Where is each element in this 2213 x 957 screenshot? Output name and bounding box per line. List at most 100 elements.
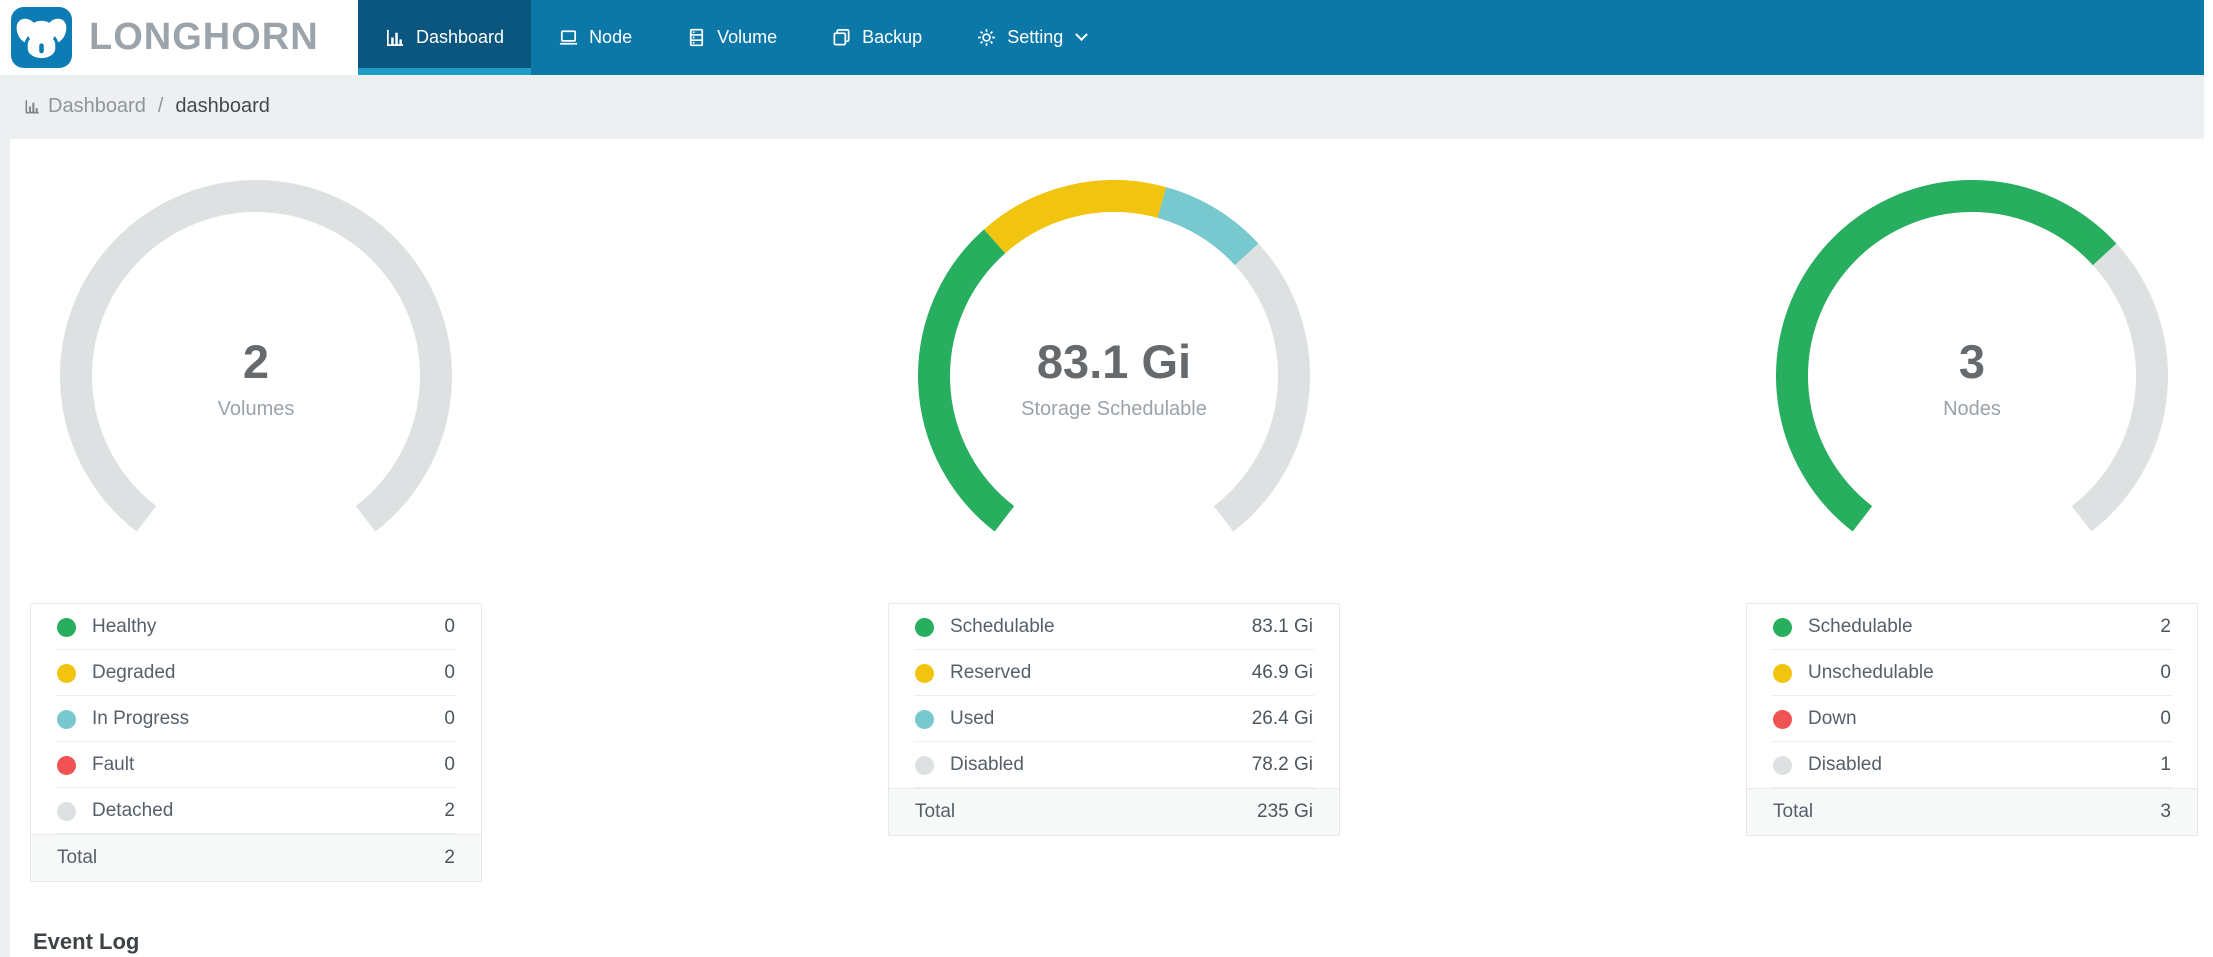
status-label: Degraded (92, 662, 176, 683)
nodes-gauge-chart (1776, 180, 2168, 532)
nav-label: Volume (717, 27, 778, 47)
status-color-dot (915, 755, 934, 775)
laptop-icon (559, 30, 578, 45)
status-label: Detached (92, 800, 174, 821)
legend-row: Detached 2 (31, 788, 481, 834)
gauge-segment (1776, 180, 2117, 532)
status-label: Fault (92, 754, 135, 775)
legend-row: Disabled 78.2 Gi (889, 742, 1339, 788)
status-value: 0 (444, 754, 455, 775)
status-value: 2 (444, 800, 455, 821)
legend-row: Degraded 0 (31, 650, 481, 696)
bar-chart-icon (387, 29, 404, 46)
nav-item-setting[interactable]: Setting (949, 0, 1113, 75)
legend-total-row: Total 3 (1747, 788, 2197, 835)
status-color-dot (57, 801, 76, 821)
legend-row: Healthy 0 (31, 604, 481, 650)
nav-label: Setting (1007, 27, 1064, 47)
status-color-dot (57, 755, 76, 775)
status-label: In Progress (92, 708, 190, 729)
legend-row: Used 26.4 Gi (889, 696, 1339, 742)
legend-row: Disabled 1 (1747, 742, 2197, 788)
status-color-dot (57, 709, 76, 729)
status-color-dot (1773, 755, 1792, 775)
legend-total-row: Total 2 (31, 834, 481, 881)
status-label: Reserved (950, 662, 1032, 683)
status-value: 0 (444, 662, 455, 683)
legend-total-row: Total 235 Gi (889, 788, 1339, 835)
total-label: Total (57, 847, 98, 868)
status-value: 1 (2160, 754, 2171, 775)
status-value: 0 (2160, 662, 2171, 683)
gauge-segment (1213, 243, 1310, 532)
status-value: 0 (444, 616, 455, 637)
storage-panel: 83.1 Gi Storage Schedulable Schedulable … (888, 139, 1340, 836)
logo-wordmark: LONGHORN (89, 16, 319, 58)
status-label: Unschedulable (1808, 662, 1934, 683)
status-label: Disabled (1808, 754, 1882, 775)
bar-chart-icon (25, 100, 39, 114)
gauge-segment (1157, 187, 1259, 266)
gauge-segment (984, 180, 1167, 254)
chevron-down-icon (1075, 28, 1089, 42)
breadcrumb-section[interactable]: Dashboard (48, 95, 146, 118)
total-value: 3 (2160, 801, 2171, 822)
breadcrumb: Dashboard / dashboard (0, 75, 2204, 138)
status-color-dot (1773, 663, 1792, 683)
legend-row: Schedulable 83.1 Gi (889, 604, 1339, 650)
storage-gauge-chart (918, 180, 1310, 532)
database-icon (690, 28, 704, 47)
status-color-dot (57, 663, 76, 683)
total-label: Total (1773, 801, 1814, 822)
status-color-dot (1773, 709, 1792, 729)
gear-icon (978, 29, 996, 46)
status-value: 0 (444, 708, 455, 729)
nav-item-backup[interactable]: Backup (804, 0, 949, 75)
volumes-legend-table: Healthy 0 Degraded 0 In Progress 0 Fault… (30, 603, 482, 882)
top-nav-bar: LONGHORN Dashboard Node Volume Backup Se… (0, 0, 2204, 75)
breadcrumb-separator: / (157, 95, 164, 117)
status-color-dot (1773, 617, 1792, 637)
legend-row: Fault 0 (31, 742, 481, 788)
app-logo[interactable]: LONGHORN (0, 0, 358, 75)
status-label: Disabled (950, 754, 1024, 775)
dashboard-card: 2 Volumes Healthy 0 Degraded 0 In Progre… (10, 139, 2204, 957)
nav-label: Dashboard (416, 27, 505, 47)
legend-row: Down 0 (1747, 696, 2197, 742)
legend-row: In Progress 0 (31, 696, 481, 742)
breadcrumb-current-page: dashboard (175, 95, 270, 117)
gauge-segment (2071, 243, 2168, 532)
nav-label: Backup (862, 27, 923, 47)
status-color-dot (915, 663, 934, 683)
nav-item-node[interactable]: Node (531, 0, 659, 75)
legend-row: Schedulable 2 (1747, 604, 2197, 650)
gauge-segment (60, 180, 452, 532)
nodes-panel: 3 Nodes Schedulable 2 Unschedulable 0 Do… (1746, 139, 2198, 836)
storage-legend-table: Schedulable 83.1 Gi Reserved 46.9 Gi Use… (888, 603, 1340, 836)
status-value: 46.9 Gi (1251, 662, 1313, 683)
copy-icon (833, 29, 850, 46)
nav-item-volume[interactable]: Volume (659, 0, 804, 75)
event-log-heading: Event Log (33, 929, 140, 954)
legend-row: Unschedulable 0 (1747, 650, 2197, 696)
status-value: 78.2 Gi (1251, 754, 1313, 775)
scrollbar-track[interactable] (2204, 0, 2213, 957)
status-value: 26.4 Gi (1251, 708, 1313, 729)
status-label: Down (1808, 708, 1857, 729)
status-value: 0 (2160, 708, 2171, 729)
status-value: 83.1 Gi (1251, 616, 1313, 637)
status-color-dot (915, 617, 934, 637)
nav-item-dashboard[interactable]: Dashboard (358, 0, 532, 75)
nodes-legend-table: Schedulable 2 Unschedulable 0 Down 0 Dis… (1746, 603, 2198, 836)
volumes-panel: 2 Volumes Healthy 0 Degraded 0 In Progre… (30, 139, 482, 882)
status-label: Used (950, 708, 995, 729)
status-label: Healthy (92, 616, 157, 637)
legend-row: Reserved 46.9 Gi (889, 650, 1339, 696)
status-value: 2 (2160, 616, 2171, 637)
total-value: 2 (444, 847, 455, 868)
gauge-segment (918, 229, 1015, 532)
status-label: Schedulable (1808, 616, 1913, 637)
total-label: Total (915, 801, 956, 822)
main-nav: Dashboard Node Volume Backup Setting (358, 0, 1113, 75)
status-color-dot (915, 709, 934, 729)
